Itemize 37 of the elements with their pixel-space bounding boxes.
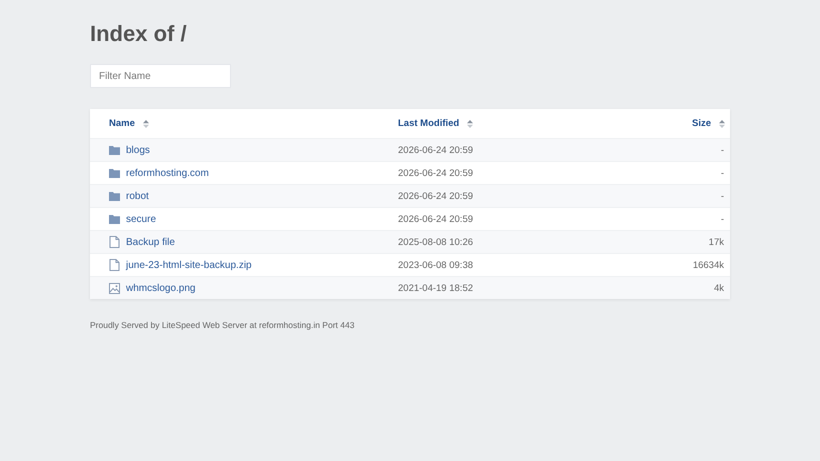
file-size: - — [720, 190, 725, 202]
file-size: - — [720, 144, 725, 156]
column-header[interactable]: Last Modified — [398, 118, 460, 129]
file-icon — [109, 236, 120, 248]
file-link[interactable]: whmcslogo.png — [126, 282, 196, 294]
column-header[interactable]: Size — [692, 118, 711, 129]
page-title: Index of / — [90, 20, 187, 48]
file-link[interactable]: reformhosting.com — [126, 168, 209, 178]
folder-icon — [109, 168, 120, 178]
file-link[interactable]: blogs — [126, 144, 150, 156]
file-size: 17k — [708, 236, 725, 248]
file-icon — [109, 259, 120, 271]
modified-date: 2023-06-08 09:38 — [398, 260, 474, 270]
sort-icon[interactable] — [719, 120, 725, 128]
modified-date: 2026-06-24 20:59 — [398, 214, 474, 224]
filter-field[interactable]: Filter Name — [90, 64, 231, 88]
file-link[interactable]: june-23-html-site-backup.zip — [126, 260, 252, 270]
file-link[interactable]: Backup file — [126, 236, 175, 248]
server-footer: Proudly Served by LiteSpeed Web Server at reformhosting.in Port 443 — [90, 320, 354, 330]
file-link[interactable]: secure — [126, 214, 156, 224]
file-link[interactable]: robot — [126, 190, 149, 202]
image-icon — [109, 282, 120, 294]
folder-icon — [109, 145, 120, 155]
file-size: - — [720, 214, 725, 224]
sort-icon[interactable] — [142, 120, 149, 128]
column-header[interactable]: Name — [109, 118, 135, 129]
file-size: - — [720, 168, 725, 178]
file-size: 16634k — [692, 260, 725, 270]
folder-icon — [109, 191, 120, 201]
modified-date: 2026-06-24 20:59 — [398, 168, 474, 178]
modified-date: 2026-06-24 20:59 — [398, 144, 474, 156]
modified-date: 2025-08-08 10:26 — [398, 236, 474, 248]
folder-icon — [109, 214, 120, 224]
modified-date: 2026-06-24 20:59 — [398, 190, 474, 202]
sort-icon[interactable] — [467, 120, 474, 128]
file-size: 4k — [712, 282, 725, 294]
modified-date: 2021-04-19 18:52 — [398, 282, 474, 294]
